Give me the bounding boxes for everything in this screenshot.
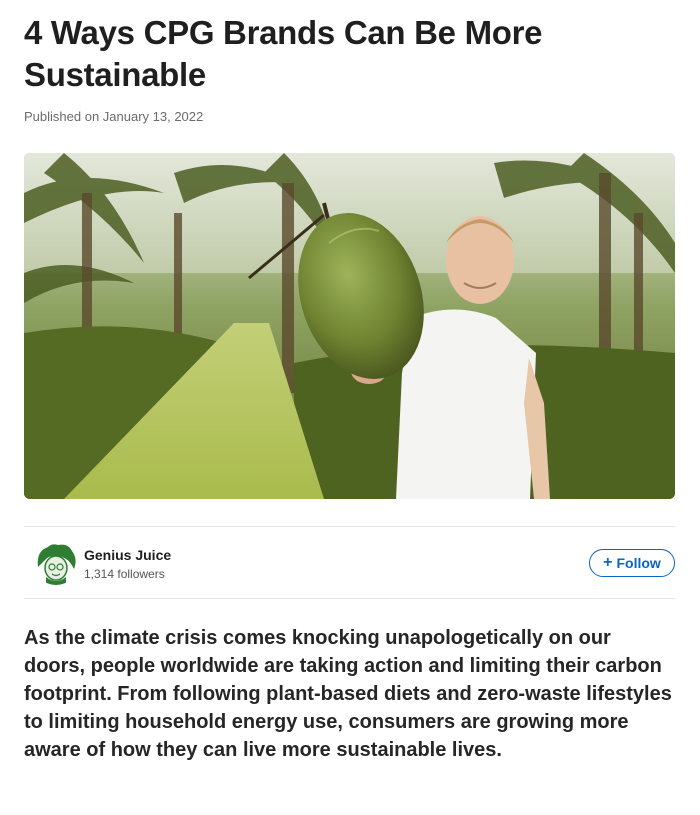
divider	[24, 526, 675, 527]
plus-icon: +	[603, 554, 613, 571]
published-date: Published on January 13, 2022	[24, 109, 204, 124]
author-card: Genius Juice 1,314 followers + Follow	[34, 541, 675, 589]
article-title: 4 Ways CPG Brands Can Be More Sustainabl…	[24, 14, 543, 93]
divider	[24, 598, 675, 599]
author-name[interactable]: Genius Juice	[84, 547, 171, 563]
hero-image	[24, 153, 675, 499]
avatar[interactable]	[34, 541, 78, 585]
follow-label: Follow	[616, 555, 661, 571]
follower-count: 1,314 followers	[84, 567, 165, 581]
article-body: As the climate crisis comes knocking una…	[24, 627, 672, 761]
follow-button[interactable]: + Follow	[589, 549, 675, 577]
